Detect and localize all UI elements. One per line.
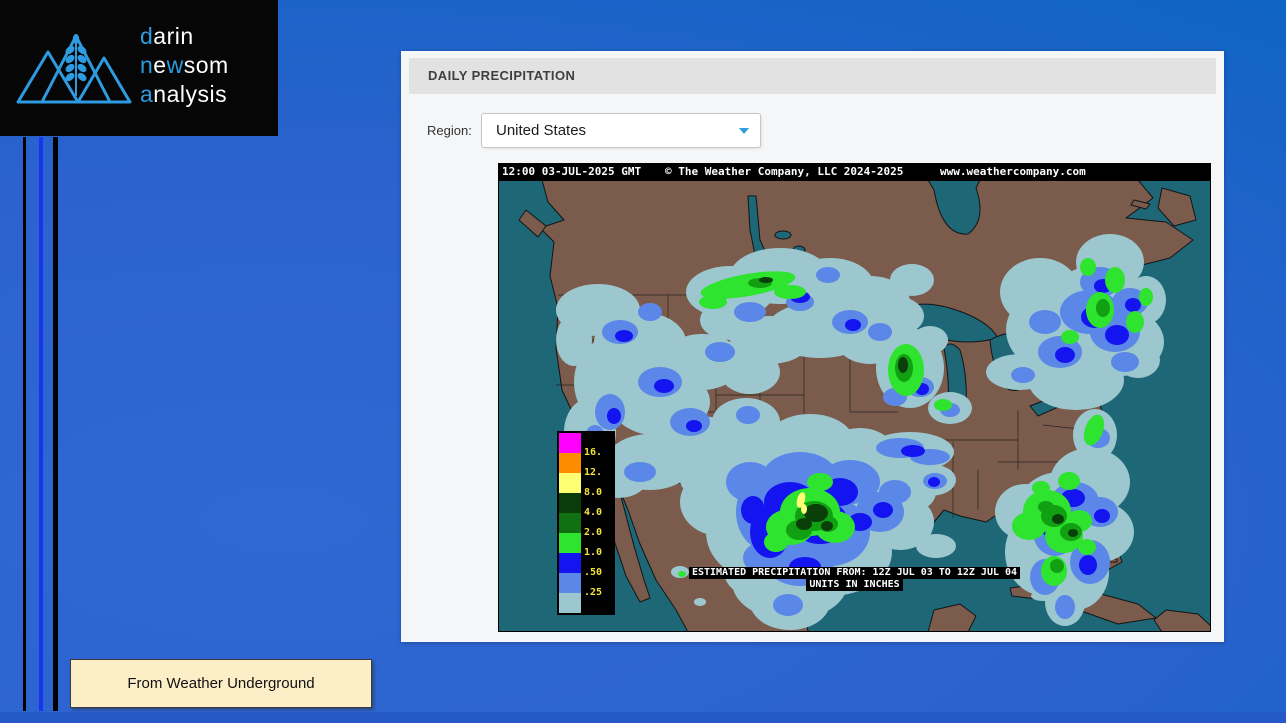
mountain-wheat-icon [16, 34, 132, 104]
region-select[interactable]: United States [481, 113, 761, 148]
daily-precipitation-panel: DAILY PRECIPITATION Region: United State… [401, 51, 1224, 642]
legend-label: 16. [584, 447, 603, 458]
legend-swatch [559, 513, 581, 533]
map-caption-line2: UNITS IN INCHES [806, 579, 903, 591]
map-website: www.weathercompany.com [940, 165, 1086, 178]
region-select-value: United States [496, 122, 587, 139]
map-timestamp: 12:00 03-JUL-2025 GMT [502, 165, 642, 178]
brand-line-3: analysis [140, 81, 228, 107]
map-caption-line1: ESTIMATED PRECIPITATION FROM: 12Z JUL 03… [688, 567, 1021, 579]
legend-label: 1.0 [584, 547, 603, 558]
legend-swatch [559, 593, 581, 613]
brand-name: darin newsom analysis [140, 22, 229, 109]
map-copyright: © The Weather Company, LLC 2024-2025 [665, 165, 904, 178]
legend-swatch [559, 453, 581, 473]
legend-swatch [559, 493, 581, 513]
legend-swatch [559, 533, 581, 553]
region-label: Region: [427, 123, 472, 138]
map-caption: ESTIMATED PRECIPITATION FROM: 12Z JUL 03… [498, 567, 1211, 591]
brand-line-2: newsom [140, 52, 229, 78]
weather-underground-button[interactable]: From Weather Underground [70, 659, 372, 708]
chevron-down-icon [739, 128, 749, 134]
left-stripe-black-1 [23, 137, 26, 711]
legend-label: 12. [584, 467, 603, 478]
left-stripe-black-2 [53, 137, 58, 711]
precipitation-map: 12:00 03-JUL-2025 GMT © The Weather Comp… [498, 163, 1211, 632]
brand-logo: darin newsom analysis [0, 0, 278, 136]
legend-swatch [559, 473, 581, 493]
panel-header: DAILY PRECIPITATION [409, 58, 1216, 94]
panel-title: DAILY PRECIPITATION [428, 68, 576, 83]
legend-swatch [559, 433, 581, 453]
left-stripe-blue [39, 137, 43, 711]
legend-label: 8.0 [584, 487, 603, 498]
legend-label: 4.0 [584, 507, 603, 518]
brand-line-1: darin [140, 23, 194, 49]
map-topbar: 12:00 03-JUL-2025 GMT © The Weather Comp… [498, 163, 1211, 180]
footer-strip [0, 712, 1286, 723]
legend-label: 2.0 [584, 527, 603, 538]
